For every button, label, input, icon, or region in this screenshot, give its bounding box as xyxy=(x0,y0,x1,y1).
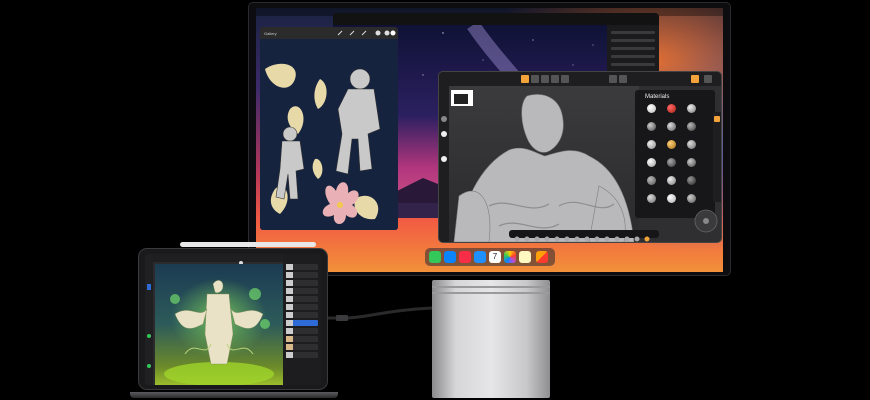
procreate-canvas-astronauts[interactable] xyxy=(260,39,398,230)
layer-row[interactable] xyxy=(286,336,318,342)
material-swatch[interactable] xyxy=(647,140,656,149)
app-library-icon[interactable] xyxy=(536,251,548,263)
material-swatch[interactable] xyxy=(687,122,696,131)
layer-row[interactable] xyxy=(286,272,318,278)
material-swatch[interactable] xyxy=(667,104,676,113)
layer-row[interactable] xyxy=(286,280,318,286)
material-swatch[interactable] xyxy=(687,140,696,149)
fantasy-figure-art xyxy=(164,280,274,385)
layer-row[interactable] xyxy=(286,352,318,358)
material-swatch[interactable] xyxy=(667,194,676,203)
sculpting-app-window[interactable]: Materials xyxy=(439,72,721,242)
astronaut-artwork xyxy=(265,63,381,224)
material-swatch[interactable] xyxy=(667,176,676,185)
materials-panel-title: Materials xyxy=(645,94,670,100)
magic-keyboard-base xyxy=(130,392,338,398)
apple-pencil xyxy=(180,242,316,247)
procreate-tool-icons xyxy=(337,30,396,36)
sculpt-right-toolbar xyxy=(713,112,721,202)
layer-row[interactable] xyxy=(286,344,318,350)
ipad-screen-procreate[interactable] xyxy=(145,254,321,385)
material-swatch[interactable] xyxy=(687,158,696,167)
sky-window-toolbar xyxy=(333,13,659,25)
navigation-gizmo[interactable] xyxy=(693,208,719,234)
ipad-fantasy-artwork[interactable] xyxy=(155,264,283,385)
layer-row[interactable] xyxy=(286,304,318,310)
procreate-window[interactable]: Gallery xyxy=(260,27,398,230)
material-swatch[interactable] xyxy=(687,104,696,113)
material-swatch[interactable] xyxy=(647,158,656,167)
notes-icon[interactable] xyxy=(519,251,531,263)
thunderbolt-cable xyxy=(326,306,432,321)
layer-row-selected[interactable] xyxy=(286,320,318,326)
material-swatch[interactable] xyxy=(667,158,676,167)
mail-icon[interactable] xyxy=(474,251,486,263)
brush-shelf-icons xyxy=(514,236,650,242)
material-swatch[interactable] xyxy=(647,194,656,203)
music-icon[interactable] xyxy=(459,251,471,263)
procreate-toolbar: Gallery xyxy=(260,27,398,39)
sculpt-toolbar xyxy=(439,72,721,86)
sculpt-toolbar-right-icons xyxy=(609,75,712,83)
layer-row[interactable] xyxy=(286,288,318,294)
photos-icon[interactable] xyxy=(504,251,516,263)
ipad-left-toolbar xyxy=(145,254,153,385)
sculpt-toolbar-icons xyxy=(521,75,569,83)
material-swatch[interactable] xyxy=(667,122,676,131)
materials-panel[interactable]: Materials xyxy=(635,90,715,218)
material-swatch[interactable] xyxy=(687,194,696,203)
material-swatch[interactable] xyxy=(647,176,656,185)
material-swatch[interactable] xyxy=(687,176,696,185)
bust-sculpture xyxy=(451,90,635,242)
material-swatch[interactable] xyxy=(647,122,656,131)
layer-row[interactable] xyxy=(286,264,318,270)
sculpt-left-toolbar xyxy=(439,86,449,242)
macos-dock: 7 xyxy=(425,248,555,266)
layer-row[interactable] xyxy=(286,312,318,318)
monitor-stand xyxy=(432,280,550,398)
layer-row[interactable] xyxy=(286,328,318,334)
material-swatch[interactable] xyxy=(667,140,676,149)
calendar-icon[interactable]: 7 xyxy=(489,251,501,263)
gallery-button[interactable]: Gallery xyxy=(264,31,277,36)
brush-shelf[interactable] xyxy=(509,230,659,242)
material-swatch[interactable] xyxy=(647,104,656,113)
monitor-screen: Gallery Materials 7 xyxy=(256,8,723,272)
messages-icon[interactable] xyxy=(429,251,441,263)
layer-row[interactable] xyxy=(286,296,318,302)
safari-icon[interactable] xyxy=(444,251,456,263)
ipad-layers-panel[interactable] xyxy=(283,254,321,385)
sculpt-viewport[interactable] xyxy=(449,86,639,242)
